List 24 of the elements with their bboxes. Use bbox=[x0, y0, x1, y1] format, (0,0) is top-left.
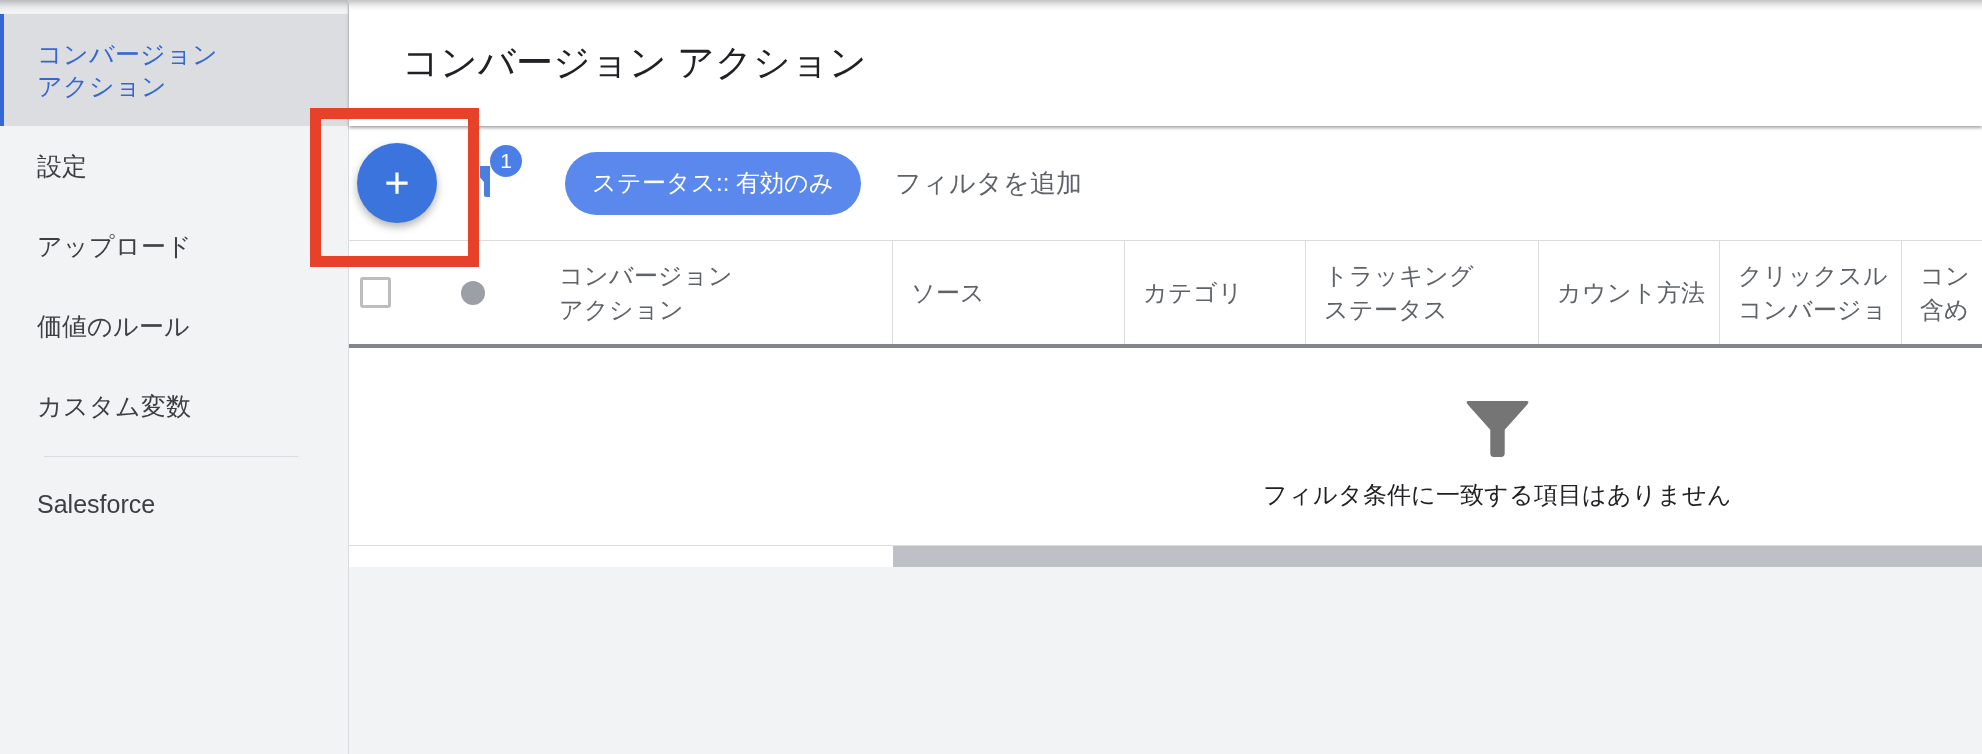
filter-chip[interactable]: ステータス:: 有効のみ bbox=[565, 151, 861, 215]
sidebar-item[interactable]: コンバージョン アクション bbox=[0, 14, 348, 126]
filter-icon bbox=[480, 163, 490, 198]
count-badge: 1 bbox=[490, 144, 522, 177]
column-header[interactable]: コンバージョン アクション bbox=[559, 241, 892, 344]
status-dot-icon bbox=[461, 280, 485, 305]
filter-button[interactable]: 1 bbox=[480, 144, 522, 198]
column-header[interactable]: コン 含め bbox=[1901, 241, 1982, 344]
column-header[interactable]: ソース bbox=[892, 241, 1124, 344]
add-button[interactable] bbox=[357, 143, 437, 223]
scrollbar-thumb[interactable] bbox=[893, 546, 1982, 567]
column-header[interactable]: クリックスル コンバージョ bbox=[1719, 241, 1901, 344]
sidebar-item[interactable]: Salesforce bbox=[0, 464, 348, 544]
empty-state-message: フィルタ条件に一致する項目はありません bbox=[1262, 480, 1732, 510]
sidebar-item[interactable]: カスタム変数 bbox=[0, 366, 348, 446]
column-header[interactable]: カウント方法 bbox=[1538, 241, 1719, 344]
select-all-checkbox[interactable] bbox=[360, 277, 391, 308]
sidebar-item[interactable]: 価値のルール bbox=[0, 286, 348, 366]
page-title: コンバージョン アクション bbox=[402, 40, 868, 85]
sidebar-item[interactable]: アップロード bbox=[0, 206, 348, 286]
column-header[interactable]: トラッキング ステータス bbox=[1305, 241, 1538, 344]
column-header[interactable]: カテゴリ bbox=[1124, 241, 1305, 344]
add-filter-button[interactable]: フィルタを追加 bbox=[895, 163, 1082, 203]
sidebar-item[interactable]: 設定 bbox=[0, 126, 348, 206]
